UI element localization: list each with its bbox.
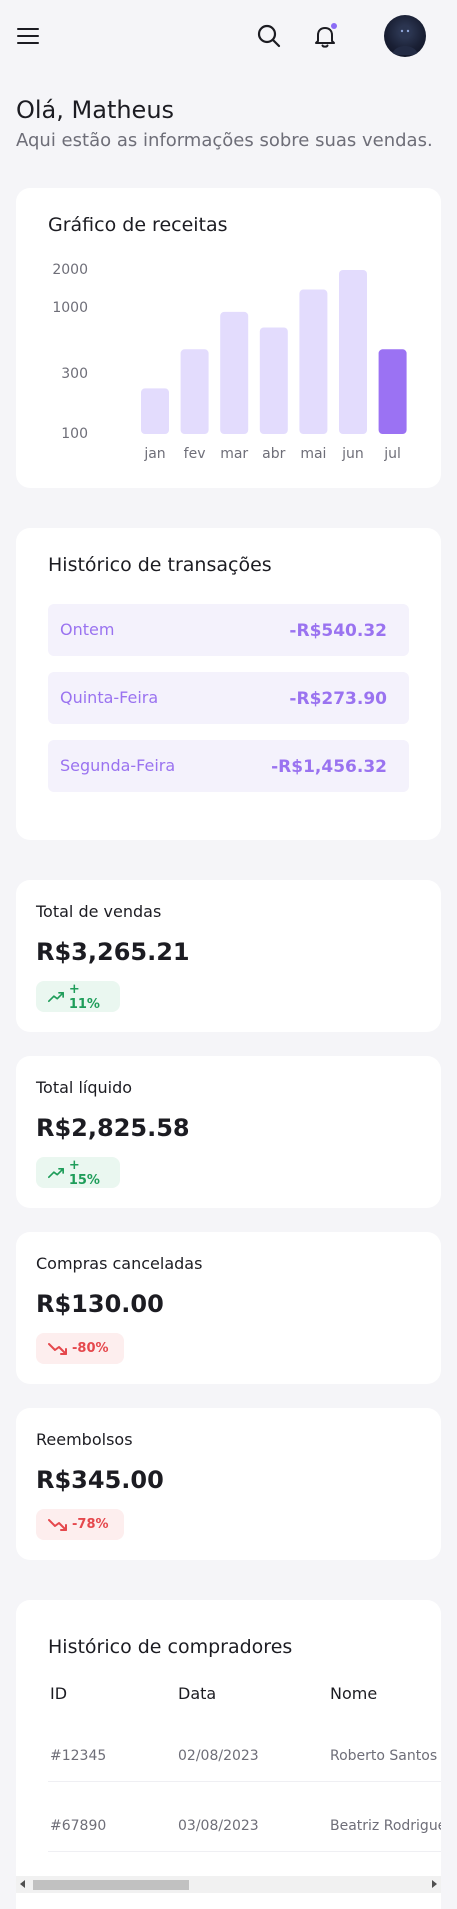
scroll-left-arrow[interactable] bbox=[20, 1880, 25, 1888]
stat-card-cancelled: Compras canceladas R$130.00 -80% bbox=[16, 1232, 441, 1384]
stat-card-net-total: Total líquido R$2,825.58 + 15% bbox=[16, 1056, 441, 1208]
stat-value: R$345.00 bbox=[36, 1466, 164, 1494]
transaction-row[interactable]: Ontem -R$540.32 bbox=[48, 604, 409, 656]
trend-value: + 11% bbox=[68, 981, 100, 1012]
bar-mar[interactable] bbox=[220, 311, 249, 434]
buyers-card: Histórico de compradores ID Data Nome #1… bbox=[16, 1600, 441, 1909]
bar-fev[interactable] bbox=[180, 349, 209, 434]
trend-value: -78% bbox=[72, 1517, 109, 1532]
cell-id: #67890 bbox=[50, 1818, 107, 1834]
page-title: Olá, Matheus bbox=[16, 96, 175, 124]
cell-name: Roberto Santos bbox=[330, 1748, 438, 1764]
x-tick-label: jun bbox=[341, 446, 364, 462]
transaction-row[interactable]: Segunda-Feira -R$1,456.32 bbox=[48, 740, 409, 792]
row-divider bbox=[48, 1781, 441, 1782]
trend-badge: -80% bbox=[36, 1333, 124, 1364]
y-tick-label: 100 bbox=[61, 426, 88, 442]
column-header-date[interactable]: Data bbox=[178, 1684, 216, 1703]
bar-jan[interactable] bbox=[141, 388, 169, 434]
trend-value: -80% bbox=[72, 1341, 109, 1356]
stat-label: Total líquido bbox=[36, 1078, 133, 1097]
top-bar bbox=[0, 0, 457, 72]
cell-name: Beatriz Rodrigues bbox=[330, 1818, 441, 1834]
transaction-amount: -R$540.32 bbox=[289, 621, 387, 641]
transaction-row[interactable]: Quinta-Feira -R$273.90 bbox=[48, 672, 409, 724]
page-subtitle: Aqui estão as informações sobre suas ven… bbox=[16, 130, 433, 151]
stat-label: Reembolsos bbox=[36, 1430, 133, 1449]
stat-label: Total de vendas bbox=[36, 902, 162, 921]
row-divider bbox=[48, 1851, 441, 1852]
bell-icon[interactable] bbox=[311, 22, 339, 50]
trend-up-icon bbox=[48, 1167, 64, 1178]
search-icon[interactable] bbox=[255, 22, 283, 50]
y-tick-label: 1000 bbox=[52, 300, 88, 316]
trend-value: + 15% bbox=[68, 1157, 100, 1188]
scroll-thumb[interactable] bbox=[33, 1880, 189, 1890]
scroll-right-arrow[interactable] bbox=[432, 1880, 437, 1888]
bar-abr[interactable] bbox=[259, 327, 288, 434]
table-horizontal-scrollbar[interactable] bbox=[16, 1876, 441, 1893]
stat-value: R$3,265.21 bbox=[36, 938, 190, 966]
x-tick-label: fev bbox=[184, 446, 206, 462]
y-tick-label: 2000 bbox=[52, 262, 88, 278]
trend-badge: -78% bbox=[36, 1509, 124, 1540]
y-tick-label: 300 bbox=[61, 366, 88, 382]
trend-up-icon bbox=[48, 991, 64, 1002]
hamburger-icon[interactable] bbox=[17, 27, 39, 45]
stat-value: R$2,825.58 bbox=[36, 1114, 190, 1142]
stat-card-refunds: Reembolsos R$345.00 -78% bbox=[16, 1408, 441, 1560]
avatar[interactable] bbox=[384, 15, 426, 57]
transaction-day: Ontem bbox=[60, 620, 115, 639]
stat-label: Compras canceladas bbox=[36, 1254, 203, 1273]
transaction-day: Segunda-Feira bbox=[60, 756, 176, 775]
transaction-amount: -R$273.90 bbox=[289, 689, 387, 709]
cell-date: 02/08/2023 bbox=[178, 1748, 259, 1764]
trend-down-icon bbox=[48, 1518, 67, 1531]
transactions-title: Histórico de transações bbox=[48, 554, 272, 576]
revenue-bar-chart: 2000 1000 300 100 jan fev mar abr mai jun jul bbox=[52, 262, 407, 462]
x-tick-label: mai bbox=[300, 446, 326, 462]
trend-down-icon bbox=[48, 1342, 67, 1355]
transaction-day: Quinta-Feira bbox=[60, 688, 159, 707]
notification-dot bbox=[331, 23, 337, 29]
x-tick-label: mar bbox=[220, 446, 248, 462]
x-tick-label: jan bbox=[143, 446, 165, 462]
bar-mai[interactable] bbox=[299, 289, 328, 434]
transactions-card: Histórico de transações Ontem -R$540.32 … bbox=[16, 528, 441, 840]
trend-badge: + 11% bbox=[36, 981, 120, 1012]
x-tick-label: jul bbox=[383, 446, 401, 462]
cell-date: 03/08/2023 bbox=[178, 1818, 259, 1834]
cell-id: #12345 bbox=[50, 1748, 107, 1764]
bar-jun[interactable] bbox=[339, 270, 367, 434]
transaction-amount: -R$1,456.32 bbox=[271, 757, 387, 777]
column-header-id[interactable]: ID bbox=[50, 1684, 67, 1703]
column-header-name[interactable]: Nome bbox=[330, 1684, 377, 1703]
buyers-table[interactable]: ID Data Nome #12345 02/08/2023 Roberto S… bbox=[48, 1660, 441, 1909]
stat-value: R$130.00 bbox=[36, 1290, 164, 1318]
x-tick-label: abr bbox=[262, 446, 285, 462]
stat-card-total-sales: Total de vendas R$3,265.21 + 11% bbox=[16, 880, 441, 1032]
revenue-chart-card: Gráfico de receitas 2000 1000 300 100 jan fev… bbox=[16, 188, 441, 488]
trend-badge: + 15% bbox=[36, 1157, 120, 1188]
bar-jul[interactable] bbox=[378, 349, 407, 434]
buyers-title: Histórico de compradores bbox=[48, 1636, 293, 1658]
